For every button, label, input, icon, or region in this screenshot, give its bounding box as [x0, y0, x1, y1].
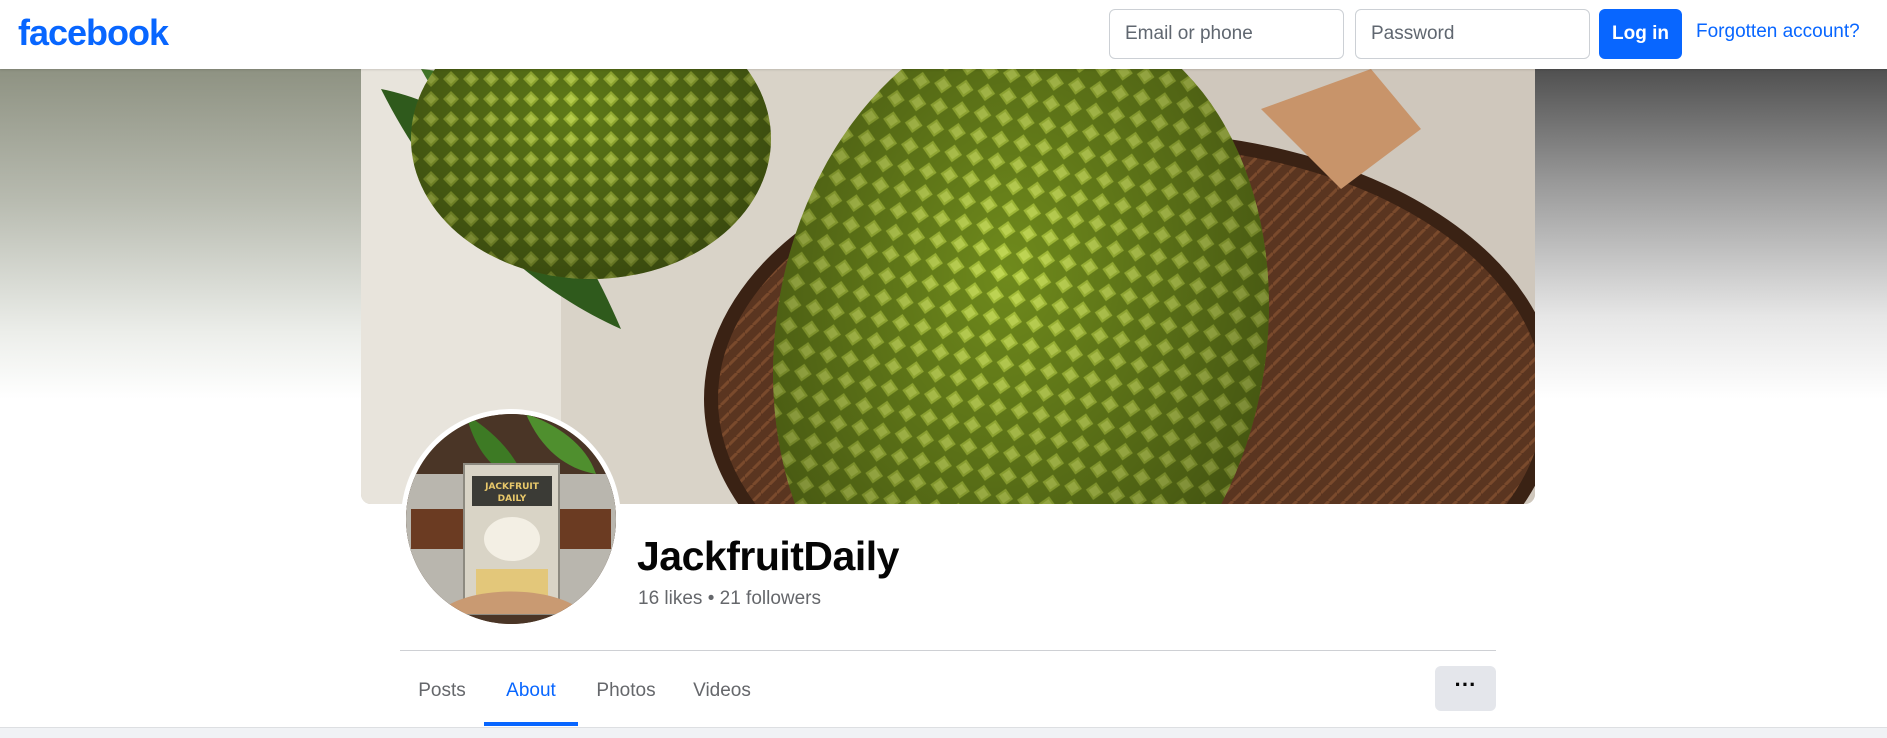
- tab-posts[interactable]: Posts: [400, 656, 484, 726]
- more-icon: ···: [1454, 671, 1477, 697]
- tab-videos-label: Videos: [693, 680, 751, 701]
- svg-text:DAILY: DAILY: [498, 494, 527, 504]
- password-input[interactable]: [1355, 9, 1590, 59]
- more-options-button[interactable]: ···: [1435, 666, 1496, 711]
- tab-videos[interactable]: Videos: [674, 656, 770, 726]
- tab-posts-label: Posts: [418, 680, 466, 701]
- svg-text:JACKFRUIT: JACKFRUIT: [484, 482, 540, 492]
- tab-photos-label: Photos: [596, 680, 656, 701]
- log-in-button[interactable]: Log in: [1599, 9, 1682, 59]
- product-bags-image: JACKFRUIT DAILY: [406, 414, 616, 624]
- tab-photos[interactable]: Photos: [578, 656, 674, 726]
- forgotten-account-link[interactable]: Forgotten account?: [1696, 21, 1860, 43]
- likes-followers-count[interactable]: 16 likes • 21 followers: [638, 588, 821, 610]
- content-area-top: [0, 727, 1887, 738]
- tab-about-label: About: [506, 680, 556, 701]
- email-or-phone-input[interactable]: [1109, 9, 1344, 59]
- divider: [400, 650, 1496, 651]
- cover-backdrop-tint: [0, 69, 361, 399]
- profile-picture[interactable]: JACKFRUIT DAILY: [401, 409, 621, 629]
- tab-about[interactable]: About: [484, 656, 578, 726]
- facebook-logo[interactable]: facebook: [18, 12, 169, 54]
- avatar: JACKFRUIT DAILY: [406, 414, 616, 624]
- page-title: JackfruitDaily: [637, 533, 899, 579]
- top-navigation-bar: facebook Log in Forgotten account?: [0, 0, 1887, 69]
